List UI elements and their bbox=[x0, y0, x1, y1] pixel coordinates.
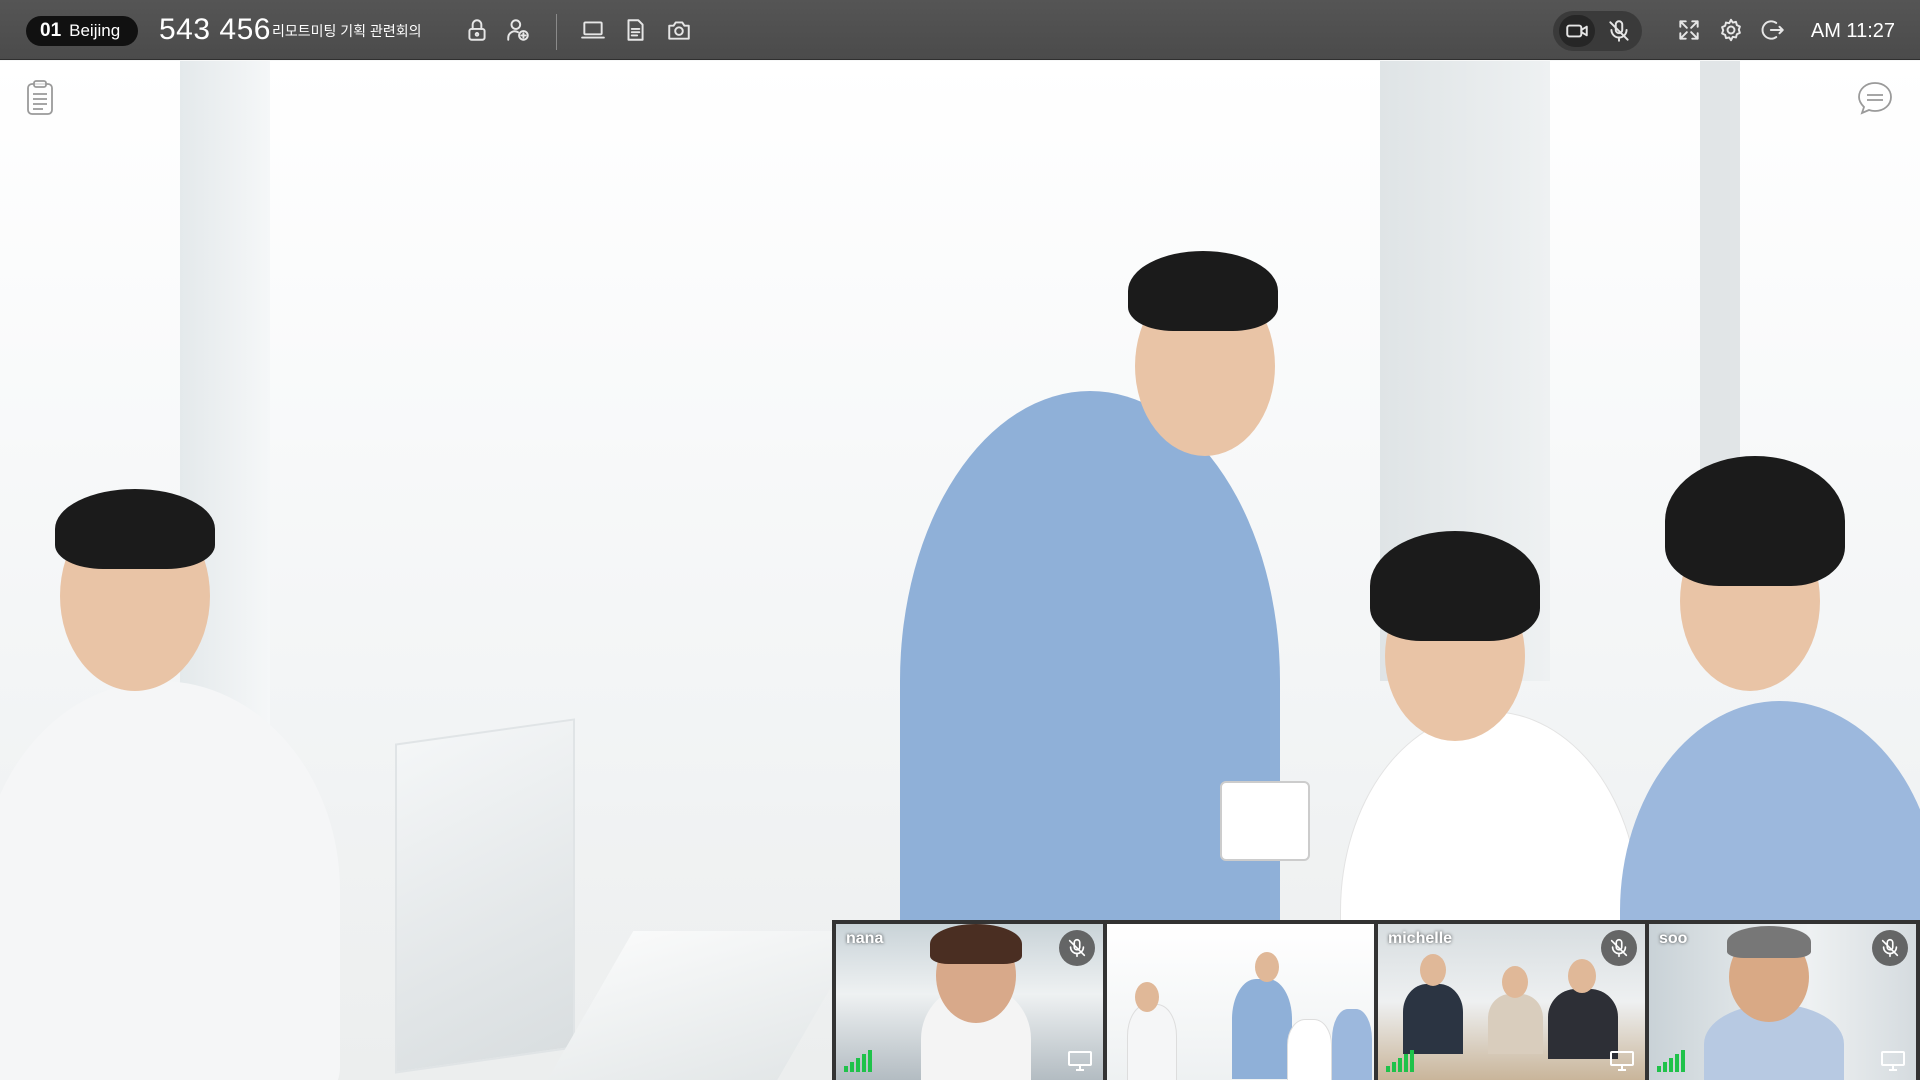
id-badge bbox=[1220, 781, 1310, 861]
person-figure bbox=[1255, 952, 1279, 982]
person-figure bbox=[55, 489, 215, 569]
participant-tile[interactable]: soo bbox=[1649, 924, 1916, 1080]
snapshot-icon[interactable] bbox=[663, 14, 695, 46]
toolbar-divider bbox=[556, 14, 557, 50]
signal-strength-icon bbox=[844, 1050, 872, 1072]
add-user-icon[interactable] bbox=[502, 14, 534, 46]
person-figure bbox=[1420, 954, 1446, 986]
participant-name: nana bbox=[846, 930, 884, 947]
person-figure bbox=[0, 681, 340, 1080]
mic-muted-icon[interactable] bbox=[1872, 930, 1908, 966]
screen-share-icon[interactable] bbox=[577, 14, 609, 46]
notes-icon[interactable] bbox=[19, 77, 61, 119]
screen-icon[interactable] bbox=[1880, 1050, 1906, 1072]
mic-muted-icon[interactable] bbox=[1059, 930, 1095, 966]
person-figure bbox=[1128, 251, 1278, 331]
room-number: 01 bbox=[40, 20, 62, 41]
participant-name: michelle bbox=[1388, 930, 1453, 947]
mic-muted-icon[interactable] bbox=[1601, 15, 1637, 47]
person-figure bbox=[1488, 994, 1543, 1054]
exit-icon[interactable] bbox=[1757, 14, 1789, 46]
screen-icon[interactable] bbox=[1609, 1050, 1635, 1072]
person-figure bbox=[930, 924, 1022, 964]
participant-name: soo bbox=[1659, 930, 1688, 947]
av-toggle-group bbox=[1553, 11, 1642, 51]
participant-tile[interactable]: nana bbox=[836, 924, 1103, 1080]
chat-icon[interactable] bbox=[1854, 77, 1896, 119]
desktop-monitor bbox=[395, 718, 575, 1074]
meeting-title: 리모트미팅 기획 관련회의 bbox=[272, 23, 422, 39]
top-bar: 01 Beijing 543 456 리모트미팅 기획 관련회의 AM 11:2… bbox=[0, 0, 1920, 60]
person-figure bbox=[1403, 984, 1463, 1054]
window-frame bbox=[1700, 61, 1740, 521]
camera-icon[interactable] bbox=[1559, 15, 1595, 47]
document-icon[interactable] bbox=[619, 14, 651, 46]
person-figure bbox=[1127, 1004, 1177, 1080]
participant-video bbox=[1107, 924, 1374, 1080]
person-figure bbox=[1665, 456, 1845, 586]
person-figure bbox=[900, 391, 1280, 971]
room-badge: 01 Beijing bbox=[26, 16, 138, 46]
person-figure bbox=[1232, 979, 1292, 1079]
person-figure bbox=[1287, 1019, 1332, 1080]
participant-tile[interactable]: michelle bbox=[1378, 924, 1645, 1080]
lock-icon[interactable] bbox=[461, 14, 493, 46]
person-figure bbox=[1568, 959, 1596, 993]
person-figure bbox=[1135, 982, 1159, 1012]
person-figure bbox=[1332, 1009, 1372, 1080]
participant-tile-selected[interactable] bbox=[1107, 924, 1374, 1080]
room-city: Beijing bbox=[69, 21, 121, 40]
mic-muted-icon[interactable] bbox=[1601, 930, 1637, 966]
person-figure bbox=[1370, 531, 1540, 641]
person-figure bbox=[1727, 926, 1811, 958]
participant-strip: nana michelle soo bbox=[832, 920, 1920, 1080]
meeting-id: 543 456 bbox=[159, 13, 271, 46]
signal-strength-icon bbox=[1657, 1050, 1685, 1072]
signal-strength-icon bbox=[1386, 1050, 1414, 1072]
clock: AM 11:27 bbox=[1810, 20, 1895, 42]
screen-icon[interactable] bbox=[1067, 1050, 1093, 1072]
laptop bbox=[546, 931, 864, 1080]
person-figure bbox=[1548, 989, 1618, 1059]
settings-icon[interactable] bbox=[1715, 14, 1747, 46]
fullscreen-icon[interactable] bbox=[1673, 14, 1705, 46]
person-figure bbox=[1502, 966, 1528, 998]
